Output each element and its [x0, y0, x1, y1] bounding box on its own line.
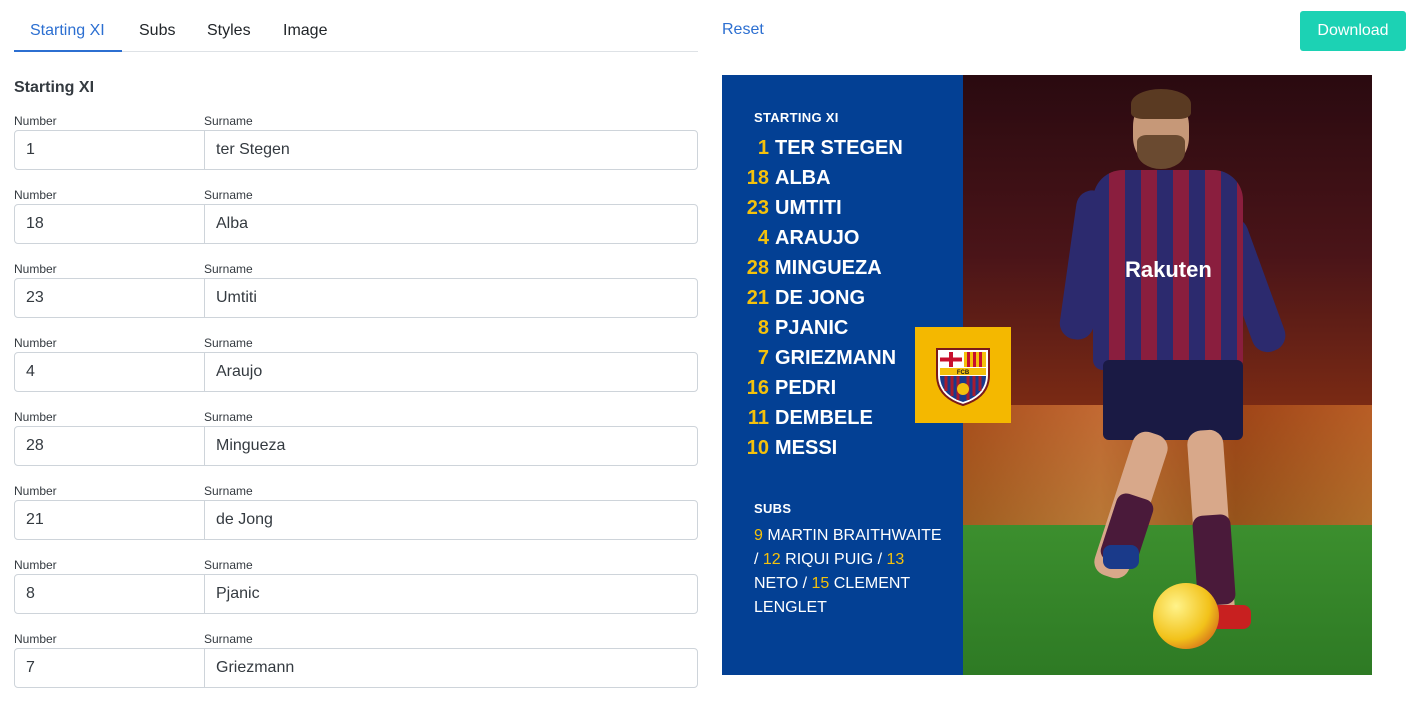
sub-name: NETO	[754, 575, 799, 592]
starting-xi-heading: STARTING XI	[754, 110, 839, 125]
lineup-name: UMTITI	[775, 197, 842, 219]
lineup-entry: 21 DE JONG	[722, 285, 963, 311]
lineup-entry: 1 TER STEGEN	[722, 135, 963, 161]
lineup-number: 16	[746, 377, 769, 399]
number-label: Number	[14, 558, 57, 572]
download-button[interactable]: Download	[1300, 11, 1406, 51]
tab-subs[interactable]: Subs	[139, 21, 175, 41]
surname-input[interactable]	[204, 204, 698, 244]
number-label: Number	[14, 262, 57, 276]
lineup-number: 11	[747, 407, 769, 429]
sub-number: 15	[811, 575, 830, 592]
player-photo: Rakuten	[963, 75, 1372, 675]
lineup-number: 23	[746, 197, 769, 219]
number-input[interactable]	[14, 426, 205, 466]
number-input[interactable]	[14, 204, 205, 244]
sponsor-text: Rakuten	[1125, 257, 1212, 282]
player-row: Number Surname	[14, 262, 698, 320]
lineup-number: 10	[746, 437, 769, 459]
section-title: Starting XI	[14, 79, 95, 96]
number-label: Number	[14, 632, 57, 646]
surname-label: Surname	[204, 114, 253, 128]
fcb-crest-icon: FCB	[936, 348, 990, 407]
number-input[interactable]	[14, 278, 205, 318]
tab-bar: Starting XI Subs Styles Image	[14, 0, 698, 52]
surname-label: Surname	[204, 632, 253, 646]
player-row: Number Surname	[14, 558, 698, 616]
active-tab-indicator	[14, 50, 122, 52]
lineup-entry: 18 ALBA	[722, 165, 963, 191]
sub-separator: /	[798, 575, 812, 592]
player-row: Number Surname	[14, 336, 698, 394]
lineup-name: DEMBELE	[775, 407, 873, 429]
lineup-number: 8	[757, 317, 769, 339]
sub-number: 12	[762, 551, 781, 568]
lineup-number: 21	[746, 287, 769, 309]
sub-number: 9	[754, 527, 763, 544]
sub-name: RIQUI PUIG	[785, 551, 874, 568]
lineup-entry: 4 ARAUJO	[722, 225, 963, 251]
club-crest-badge: FCB	[915, 327, 1011, 423]
lineup-number: 28	[746, 257, 769, 279]
football	[1153, 583, 1219, 649]
surname-input[interactable]	[204, 574, 698, 614]
lineup-name: ALBA	[775, 167, 831, 189]
sub-name: MARTIN BRAITHWAITE	[767, 527, 942, 544]
reset-link[interactable]: Reset	[722, 21, 764, 39]
surname-label: Surname	[204, 188, 253, 202]
surname-label: Surname	[204, 484, 253, 498]
surname-input[interactable]	[204, 648, 698, 688]
number-input[interactable]	[14, 648, 205, 688]
surname-label: Surname	[204, 558, 253, 572]
surname-input[interactable]	[204, 352, 698, 392]
lineup-number: 18	[746, 167, 769, 189]
number-label: Number	[14, 188, 57, 202]
lineup-name: PJANIC	[775, 317, 849, 339]
lineup-preview: Rakuten STARTING XI 1 TER STEGEN 18 ALBA 23 U…	[722, 75, 1372, 675]
lineup-number: 7	[757, 347, 769, 369]
number-input[interactable]	[14, 352, 205, 392]
number-label: Number	[14, 484, 57, 498]
number-input[interactable]	[14, 500, 205, 540]
surname-input[interactable]	[204, 426, 698, 466]
surname-label: Surname	[204, 410, 253, 424]
subs-heading: SUBS	[754, 501, 792, 516]
lineup-name: MINGUEZA	[775, 257, 882, 279]
surname-label: Surname	[204, 336, 253, 350]
subs-list: 9 MARTIN BRAITHWAITE / 12 RIQUI PUIG / 1…	[754, 524, 949, 620]
sub-separator: /	[873, 551, 887, 568]
lineup-name: PEDRI	[775, 377, 837, 399]
number-input[interactable]	[14, 130, 205, 170]
crest-letters: FCB	[957, 370, 970, 376]
tab-styles[interactable]: Styles	[207, 21, 251, 41]
surname-input[interactable]	[204, 278, 698, 318]
player-row: Number Surname	[14, 484, 698, 542]
lineup-name: GRIEZMANN	[775, 347, 897, 369]
player-row: Number Surname	[14, 410, 698, 468]
number-label: Number	[14, 410, 57, 424]
sub-separator: /	[754, 551, 763, 568]
lineup-number: 1	[757, 137, 769, 159]
lineup-name: MESSI	[775, 437, 838, 459]
player-row: Number Surname	[14, 188, 698, 246]
number-label: Number	[14, 114, 57, 128]
lineup-name: ARAUJO	[775, 227, 860, 249]
number-label: Number	[14, 336, 57, 350]
player-row: Number Surname	[14, 632, 698, 690]
sub-number: 13	[886, 551, 905, 568]
tab-starting-xi[interactable]: Starting XI	[30, 21, 105, 41]
lineup-entry: 28 MINGUEZA	[722, 255, 963, 281]
lineup-entry: 23 UMTITI	[722, 195, 963, 221]
lineup-name: DE JONG	[775, 287, 866, 309]
number-input[interactable]	[14, 574, 205, 614]
lineup-number: 4	[757, 227, 769, 249]
tab-image[interactable]: Image	[283, 21, 327, 41]
lineup-name: TER STEGEN	[775, 137, 903, 159]
surname-label: Surname	[204, 262, 253, 276]
surname-input[interactable]	[204, 500, 698, 540]
surname-input[interactable]	[204, 130, 698, 170]
player-row: Number Surname	[14, 114, 698, 172]
lineup-entry: 10 MESSI	[722, 435, 963, 461]
